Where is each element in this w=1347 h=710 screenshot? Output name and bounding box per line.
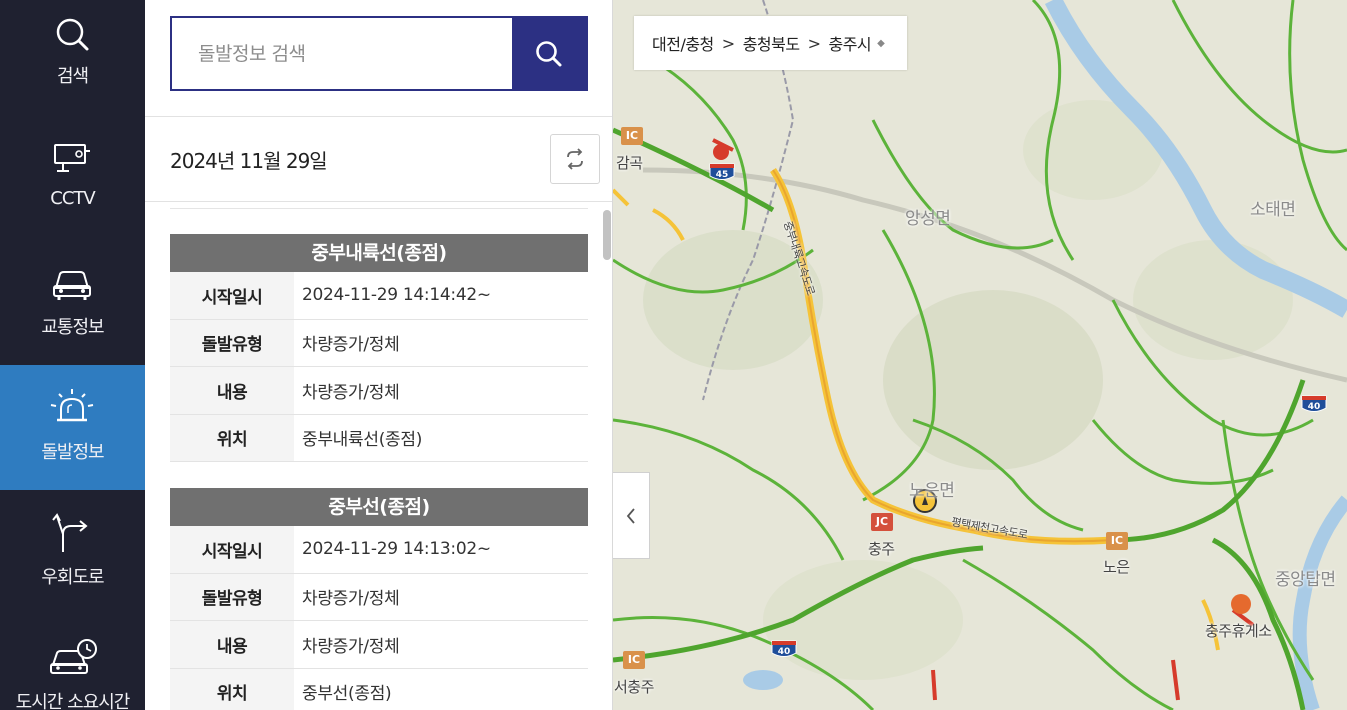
nav-item-cctv[interactable]: CCTV [0,125,145,250]
incident-row-type: 돌발유형 차량증가/정체 [170,573,588,621]
incident-row-content: 내용 차량증가/정체 [170,621,588,669]
incident-panel: 2024년 11월 29일 중부내륙선(종점) 시작일시 2024-11-29 … [145,0,613,710]
breadcrumb-dropdown-icon[interactable]: ◆ [877,38,885,49]
nav-item-search[interactable]: 검색 [0,0,145,125]
nav-item-intercity-time[interactable]: 도시간 소요시간 [0,615,145,710]
search-button[interactable] [512,18,586,89]
map-background [613,0,1347,710]
incident-row-content: 내용 차량증가/정체 [170,367,588,415]
incident-row-type: 돌발유형 차량증가/정체 [170,319,588,367]
incident-content: 차량증가/정체 [302,636,400,657]
search-box [170,16,588,91]
field-label: 시작일시 [170,272,294,319]
list-divider [170,208,588,209]
incident-start-time: 2024-11-29 14:13:02~ [302,539,491,560]
map-label-rest-area: 충주휴게소 [1205,622,1272,640]
refresh-button[interactable] [550,134,600,184]
svg-text:40: 40 [778,647,791,657]
app-root: 검색 CCTV 교통정보 돌발정보 우회도로 도시간 소요시간 돌발정보 검색 … [0,0,1347,710]
detour-arrow-icon [52,513,88,552]
incident-start-time: 2024-11-29 14:14:42~ [302,285,491,306]
route-40-shield: 40 [771,640,797,657]
incident-location: 중부선(종점) [302,684,392,705]
search-icon [536,40,562,66]
breadcrumb-separator: > [807,33,821,53]
field-label: 내용 [170,621,294,668]
incident-title: 중부선(종점) [170,488,588,526]
map-label-gamgok: 감곡 [616,154,643,172]
incident-search-input[interactable] [172,18,512,89]
incident-card[interactable]: 중부선(종점) 시작일시 2024-11-29 14:13:02~ 돌발유형 차… [170,488,588,710]
ic-badge[interactable]: IC [621,127,643,145]
nav-label-detour: 우회도로 [41,567,104,588]
refresh-icon [567,148,583,170]
incident-row-start: 시작일시 2024-11-29 14:13:02~ [170,526,588,574]
incident-card[interactable]: 중부내륙선(종점) 시작일시 2024-11-29 14:14:42~ 돌발유형… [170,234,588,462]
map-label-jungang-tap: 중앙탑면 [1275,570,1336,590]
traffic-map[interactable]: 45 40 40 IC JC IC IC 감곡 앙성면 소태면 노은면 충주 노… [613,0,1347,710]
cctv-icon [54,144,90,172]
collapse-panel-button[interactable] [613,472,650,559]
incident-row-location: 위치 중부내륙선(종점) [170,414,588,462]
chevron-left-icon [626,507,635,524]
breadcrumb-item-region[interactable]: 대전/충청 [652,31,714,55]
field-label: 위치 [170,668,294,710]
search-icon [56,18,89,51]
nav-label-search: 검색 [56,66,89,87]
map-label-noeun-myeon: 노은면 [909,481,955,501]
breadcrumb-item-city[interactable]: 충주시 [828,31,871,55]
nav-label-intercity-time: 도시간 소요시간 [15,692,131,710]
ic-badge[interactable]: IC [623,651,645,669]
nav-item-detour[interactable]: 우회도로 [0,490,145,615]
incident-row-start: 시작일시 2024-11-29 14:14:42~ [170,272,588,320]
nav-item-traffic[interactable]: 교통정보 [0,250,145,375]
nav-label-incident: 돌발정보 [41,442,104,463]
car-clock-icon [50,639,97,674]
field-label: 내용 [170,367,294,414]
svg-text:45: 45 [716,170,729,180]
map-label-seochungju: 서충주 [614,678,654,696]
route-40-shield: 40 [1301,395,1327,412]
incident-content: 차량증가/정체 [302,382,400,403]
incident-title: 중부내륙선(종점) [170,234,588,272]
current-date: 2024년 11월 29일 [170,149,328,173]
jc-badge[interactable]: JC [871,513,893,531]
breadcrumb-separator: > [721,33,735,53]
incident-row-location: 위치 중부선(종점) [170,668,588,710]
main-nav: 검색 CCTV 교통정보 돌발정보 우회도로 도시간 소요시간 [0,0,145,710]
nav-label-cctv: CCTV [50,188,95,209]
breadcrumb-item-province[interactable]: 충청북도 [743,31,800,55]
incident-location: 중부내륙선(종점) [302,430,423,451]
date-bar: 2024년 11월 29일 [145,116,612,202]
field-label: 시작일시 [170,526,294,573]
region-breadcrumb: 대전/충청 > 충청북도 > 충주시 ◆ [634,16,907,70]
map-label-noeun: 노은 [1103,558,1130,576]
nav-label-traffic: 교통정보 [41,317,104,338]
incident-type: 차량증가/정체 [302,335,400,356]
field-label: 돌발유형 [170,573,294,620]
nav-item-incident[interactable]: 돌발정보 [0,365,145,490]
incident-type: 차량증가/정체 [302,589,400,610]
field-label: 돌발유형 [170,319,294,366]
car-icon [53,271,91,300]
route-45-shield: 45 [709,163,735,180]
map-label-angseong: 앙성면 [905,209,951,229]
field-label: 위치 [170,414,294,461]
ic-badge[interactable]: IC [1106,532,1128,550]
map-label-chungju: 충주 [868,540,895,558]
map-label-sotae: 소태면 [1250,200,1296,220]
alert-siren-icon [50,389,94,422]
svg-text:40: 40 [1308,402,1321,412]
incident-list-scrollbar[interactable] [603,210,611,260]
